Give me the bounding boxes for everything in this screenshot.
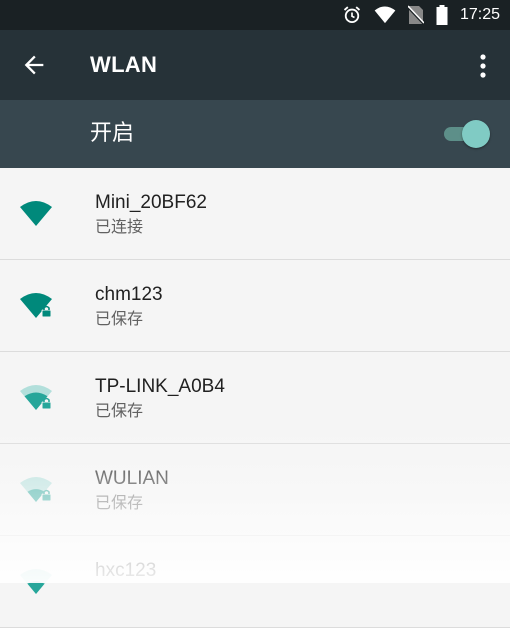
status-icons: 17:25 [342, 5, 500, 25]
network-name: WULIAN [95, 468, 169, 489]
network-status: 已保存 [95, 493, 144, 512]
network-item[interactable]: hxc123 [0, 536, 510, 628]
more-vert-icon[interactable] [472, 52, 494, 80]
wifi-low-lock-icon [20, 477, 52, 502]
status-bar: 17:25 [0, 0, 510, 30]
network-item[interactable]: WULIAN 已保存 [0, 444, 510, 536]
wlan-switch-bar[interactable]: 开启 [0, 100, 510, 168]
network-item[interactable]: Mini_20BF62 已连接 [0, 168, 510, 260]
wifi-low-icon [20, 569, 52, 594]
wlan-toggle-switch[interactable] [444, 120, 490, 148]
network-list: Mini_20BF62 已连接 chm123 已保存 TP-LINK_A0B4 … [0, 168, 510, 628]
wifi-full-lock-icon [20, 293, 52, 318]
network-status: 已连接 [95, 217, 144, 236]
network-status: 已保存 [95, 401, 144, 420]
network-item[interactable]: chm123 已保存 [0, 260, 510, 352]
wifi-full-icon [20, 201, 52, 226]
network-name: hxc123 [95, 560, 157, 581]
no-sim-icon [407, 5, 424, 25]
network-name: TP-LINK_A0B4 [95, 376, 225, 397]
network-status: 已保存 [95, 309, 144, 328]
arrow-back-icon[interactable] [20, 51, 48, 79]
network-name: Mini_20BF62 [95, 192, 207, 213]
wlan-switch-label: 开启 [90, 121, 135, 146]
alarm-icon [343, 6, 361, 23]
status-time: 17:25 [459, 6, 500, 23]
network-item[interactable]: TP-LINK_A0B4 已保存 [0, 352, 510, 444]
battery-icon [436, 5, 448, 25]
app-bar: WLAN [0, 30, 510, 100]
wifi-signal-icon [374, 6, 396, 24]
toggle-thumb [462, 120, 490, 148]
wifi-medium-lock-icon [20, 385, 52, 410]
page-title: WLAN [90, 52, 158, 77]
network-name: chm123 [95, 284, 163, 305]
